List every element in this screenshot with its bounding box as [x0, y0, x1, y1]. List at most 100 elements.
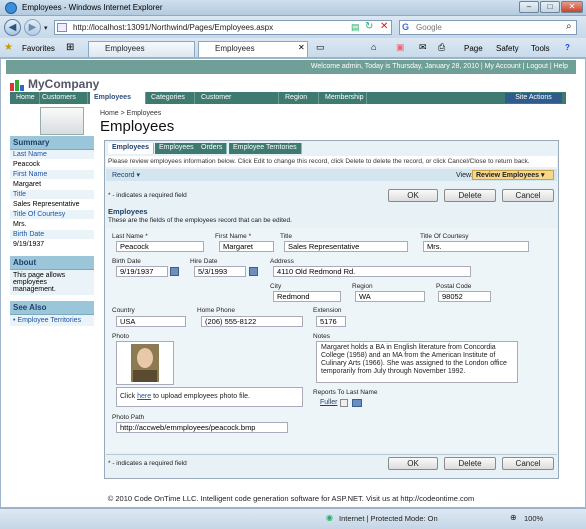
- tab-close-icon[interactable]: ✕: [298, 43, 305, 52]
- menu-region[interactable]: Region: [281, 92, 319, 104]
- ok-button-top[interactable]: OK: [388, 189, 438, 202]
- back-icon[interactable]: ◀: [4, 19, 21, 36]
- page-icon: [57, 23, 67, 32]
- form-tab-orders[interactable]: Orders: [197, 143, 228, 154]
- delete-button-top[interactable]: Delete: [444, 189, 496, 202]
- page-menu[interactable]: Page: [464, 44, 483, 53]
- courtesy-label: Title Of Courtesy: [420, 233, 469, 240]
- page-footer: © 2010 Code OnTime LLC. Intelligent code…: [107, 494, 475, 503]
- minimize-button[interactable]: –: [519, 1, 539, 13]
- help-icon[interactable]: ?: [565, 43, 570, 52]
- summary-label-courtesy: Title Of Courtesy: [10, 210, 94, 219]
- url-input[interactable]: http://localhost:13091/Northwind/Pages/E…: [54, 20, 392, 35]
- birth-date-calendar-icon[interactable]: [170, 267, 179, 276]
- delete-button-bottom[interactable]: Delete: [444, 457, 496, 470]
- title-field[interactable]: Sales Representative: [284, 241, 408, 252]
- address-label: Address: [270, 258, 294, 265]
- history-dropdown-icon[interactable]: ▾: [44, 24, 48, 32]
- maximize-button[interactable]: □: [540, 1, 560, 13]
- welcome-bar: Welcome admin, Today is Thursday, Januar…: [6, 60, 576, 74]
- ok-button-bottom[interactable]: OK: [388, 457, 438, 470]
- close-button[interactable]: ✕: [561, 1, 583, 13]
- menu-employees[interactable]: Employees: [90, 92, 146, 104]
- page-banner-image: [40, 107, 84, 135]
- city-field[interactable]: Redmond: [273, 291, 341, 302]
- country-field[interactable]: USA: [116, 316, 186, 327]
- first-name-field[interactable]: Margaret: [219, 241, 274, 252]
- notes-field[interactable]: Margaret holds a BA in English literatur…: [316, 341, 518, 383]
- photo-label: Photo: [112, 333, 129, 340]
- region-field[interactable]: WA: [355, 291, 425, 302]
- address-field[interactable]: 4110 Old Redmond Rd.: [273, 266, 471, 277]
- browser-tab-2[interactable]: Employees: [198, 41, 308, 57]
- see-also-employee-territories[interactable]: • Employee Territories: [10, 315, 94, 326]
- summary-header: Summary: [10, 136, 94, 150]
- site-actions-button[interactable]: Site Actions: [505, 93, 562, 103]
- extension-field[interactable]: 5176: [316, 316, 346, 327]
- ie-logo-icon: [5, 2, 17, 14]
- menu-home[interactable]: Home: [12, 92, 40, 104]
- required-note-top: * - indicates a required field: [108, 192, 187, 199]
- country-label: Country: [112, 307, 135, 314]
- compatibility-icon[interactable]: ▤: [351, 22, 360, 33]
- view-selector[interactable]: Review Employees ▾: [472, 170, 554, 180]
- last-name-field[interactable]: Peacock: [116, 241, 204, 252]
- google-icon: G: [402, 22, 410, 32]
- postal-code-field[interactable]: 98052: [438, 291, 491, 302]
- favorites-star-icon[interactable]: ★: [4, 42, 13, 53]
- postal-code-label: Postal Code: [436, 283, 472, 290]
- upload-link[interactable]: here: [137, 393, 151, 400]
- see-also-link[interactable]: Employee Territories: [17, 317, 81, 324]
- menu-customer-demographics[interactable]: Customer Demographics: [197, 92, 279, 113]
- page-title: Employees: [100, 118, 175, 135]
- safety-menu[interactable]: Safety: [496, 44, 519, 53]
- form-tab-employees[interactable]: Employees: [108, 143, 154, 154]
- view-label: View:: [456, 172, 473, 179]
- home-phone-field[interactable]: (206) 555-8122: [201, 316, 303, 327]
- forward-icon[interactable]: ▶: [24, 19, 41, 36]
- tools-menu[interactable]: Tools: [531, 44, 550, 53]
- view-selector-value[interactable]: Review Employees: [476, 172, 539, 179]
- summary-label-birth-date: Birth Date: [10, 230, 94, 239]
- reports-to-lookup-icon[interactable]: [352, 399, 362, 407]
- company-name: MyCompany: [28, 77, 100, 91]
- search-icon[interactable]: ⌕: [566, 21, 572, 32]
- reports-to-label: Reports To Last Name: [313, 389, 378, 396]
- reports-to-link[interactable]: Fuller: [320, 399, 338, 406]
- print-icon[interactable]: ⎙: [438, 42, 445, 53]
- search-input[interactable]: Google: [399, 20, 577, 35]
- instructions: Please review employees information belo…: [106, 156, 557, 167]
- home-icon[interactable]: ⌂: [371, 42, 376, 52]
- menu-membership[interactable]: Membership: [321, 92, 367, 104]
- feeds-icon[interactable]: ▣: [396, 42, 405, 53]
- photo-path-field[interactable]: http://accweb/emmployees/peacock.bmp: [116, 422, 288, 433]
- hire-date-calendar-icon[interactable]: [249, 267, 258, 276]
- zoom-icon[interactable]: ⊕: [510, 513, 517, 522]
- birth-date-field[interactable]: 9/19/1937: [116, 266, 168, 277]
- summary-label-title: Title: [10, 190, 94, 199]
- courtesy-field[interactable]: Mrs.: [423, 241, 529, 252]
- browser-tab-1[interactable]: Employees: [88, 41, 195, 57]
- hire-date-field[interactable]: 5/3/1993: [194, 266, 246, 277]
- form-tab-employees-2[interactable]: Employees: [155, 143, 199, 154]
- favorites-button[interactable]: Favorites: [22, 44, 55, 53]
- record-label[interactable]: Record: [112, 172, 135, 179]
- tab-list-icon[interactable]: ⊞: [66, 42, 74, 53]
- refresh-icon[interactable]: ↻: [365, 21, 373, 32]
- cancel-button-top[interactable]: Cancel: [502, 189, 554, 202]
- menu-categories[interactable]: Categories: [147, 92, 195, 104]
- stop-icon[interactable]: ✕: [380, 21, 388, 32]
- form-tab-employee-territories[interactable]: Employee Territories: [229, 143, 302, 154]
- upload-photo-box: Click here to upload employees photo fil…: [116, 387, 303, 407]
- breadcrumb[interactable]: Home > Employees: [100, 110, 161, 117]
- zoom-level[interactable]: 100%: [524, 514, 543, 523]
- section-description: These are the fields of the employees re…: [108, 217, 292, 224]
- reports-to-edit-icon[interactable]: [340, 399, 348, 407]
- cancel-button-bottom[interactable]: Cancel: [502, 457, 554, 470]
- record-menu[interactable]: Record ▾: [112, 171, 140, 179]
- window-title: Employees - Windows Internet Explorer: [22, 3, 163, 12]
- new-tab-icon[interactable]: ▭: [316, 42, 325, 53]
- summary-value-title: Sales Representative: [10, 199, 94, 210]
- menu-customers[interactable]: Customers: [38, 92, 88, 104]
- mail-icon[interactable]: ✉: [419, 42, 427, 53]
